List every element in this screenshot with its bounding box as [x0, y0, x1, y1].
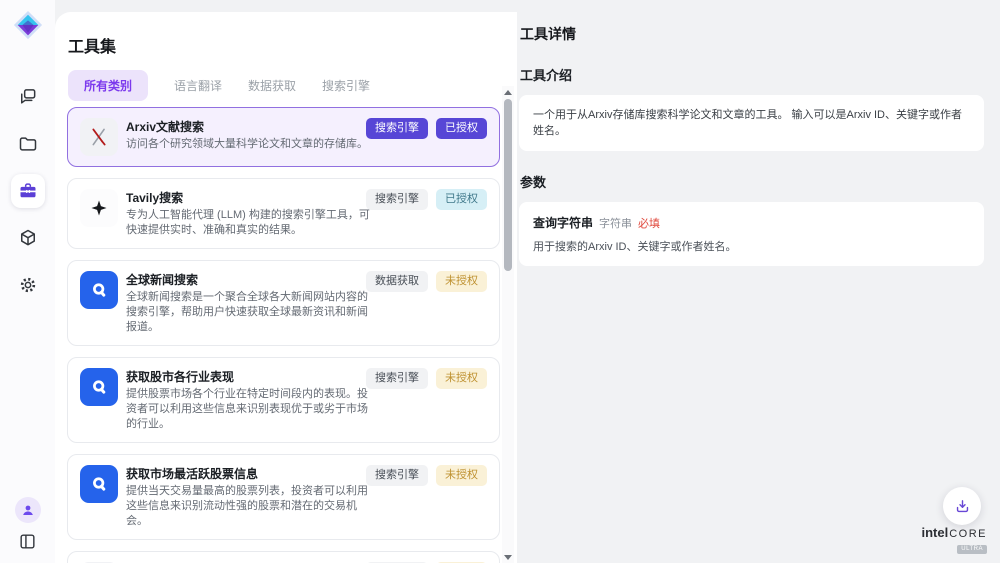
auth-status-badge: 已授权 [436, 189, 487, 210]
tab-language-translation[interactable]: 语言翻译 [174, 70, 222, 101]
arxiv-logo-icon [80, 118, 118, 156]
sidebar [0, 0, 55, 563]
category-badge: 搜索引擎 [366, 465, 428, 486]
auth-status-badge: 未授权 [436, 465, 487, 486]
sidebar-bottom [15, 497, 41, 551]
tool-description: 全球新闻搜索是一个聚合全球各大新闻网站内容的搜索引擎，帮助用户快速获取全球最新资… [126, 290, 378, 335]
intro-heading: 工具介绍 [520, 65, 1000, 84]
sidebar-nav [11, 80, 45, 302]
folder-icon [18, 134, 38, 154]
tool-card-tavily[interactable]: Tavily搜索 专为人工智能代理 (LLM) 构建的搜索引擎工具，可快速提供实… [67, 178, 500, 249]
scroll-up-arrow[interactable] [502, 86, 514, 98]
tool-title: Arxiv文献搜索 [126, 119, 378, 135]
tab-search-engine[interactable]: 搜索引擎 [322, 70, 370, 101]
category-badge: 数据获取 [366, 271, 428, 292]
auth-status-badge: 未授权 [436, 368, 487, 389]
collapse-panel-icon[interactable] [18, 532, 37, 551]
param-box: 查询字符串 字符串 必填 用于搜索的Arxiv ID、关键字或作者姓名。 [519, 202, 984, 266]
sidebar-item-chat[interactable] [11, 80, 45, 114]
tool-detail-panel: 工具详情 工具介绍 一个用于从Arxiv存储库搜索科学论文和文章的工具。 输入可… [517, 0, 1000, 563]
sidebar-item-tools[interactable] [11, 174, 45, 208]
tool-title: 获取股市各行业表现 [126, 369, 378, 385]
sidebar-item-settings[interactable] [11, 268, 45, 302]
tool-card-active-stocks[interactable]: 获取市场最活跃股票信息 提供当天交易量最高的股票列表，投资者可以利用这些信息来识… [67, 454, 500, 540]
intel-core-logo: intel core Ultra [921, 527, 987, 554]
category-badge: 搜索引擎 [366, 189, 428, 210]
user-avatar[interactable] [15, 497, 41, 523]
app-window: 工具集 所有类别 语言翻译 数据获取 搜索引擎 Arxiv文献搜索 访问 [0, 0, 1000, 563]
params-heading: 参数 [520, 172, 1000, 191]
page-title: 工具集 [68, 33, 517, 57]
auth-status-badge: 已授权 [436, 118, 487, 139]
tool-description: 访问各个研究领域大量科学论文和文章的存储库。 [126, 137, 378, 152]
scroll-down-arrow[interactable] [502, 551, 514, 563]
tool-title: 获取市场最活跃股票信息 [126, 466, 378, 482]
stock-search-q-icon [80, 465, 118, 503]
core-wordmark: core [949, 528, 987, 540]
tool-card-global-news[interactable]: 全球新闻搜索 全球新闻搜索是一个聚合全球各大新闻网站内容的搜索引擎，帮助用户快速… [67, 260, 500, 346]
intro-box: 一个用于从Arxiv存储库搜索科学论文和文章的工具。 输入可以是Arxiv ID… [519, 95, 984, 151]
scrollbar[interactable] [502, 86, 514, 563]
param-required-flag: 必填 [638, 215, 660, 231]
param-name: 查询字符串 [533, 214, 593, 231]
detail-title: 工具详情 [520, 24, 1000, 44]
stock-search-q-icon [80, 368, 118, 406]
ultra-badge: Ultra [957, 545, 987, 554]
scrollbar-thumb[interactable] [504, 99, 512, 271]
category-badge: 搜索引擎 [366, 368, 428, 389]
tool-card-regional-news[interactable]: 万维地区新闻查询 查询具体行政区划内的新闻，快速了解各地新闻动 搜索引擎 未授权 [67, 551, 500, 563]
download-icon [954, 498, 971, 515]
tool-card-arxiv[interactable]: Arxiv文献搜索 访问各个研究领域大量科学论文和文章的存储库。 搜索引擎 已授… [67, 107, 500, 167]
intro-text: 一个用于从Arxiv存储库搜索科学论文和文章的工具。 输入可以是Arxiv ID… [533, 107, 970, 139]
cube-icon [18, 228, 38, 248]
intel-wordmark: intel [921, 527, 948, 539]
app-logo-icon[interactable] [13, 10, 43, 40]
auth-status-badge: 未授权 [436, 271, 487, 292]
tab-data-acquisition[interactable]: 数据获取 [248, 70, 296, 101]
tool-title: Tavily搜索 [126, 190, 378, 206]
gear-icon [18, 275, 38, 295]
chat-icon [18, 87, 38, 107]
tool-title: 全球新闻搜索 [126, 272, 378, 288]
sidebar-item-files[interactable] [11, 127, 45, 161]
download-button[interactable] [943, 487, 981, 525]
tool-description: 专为人工智能代理 (LLM) 构建的搜索引擎工具，可快速提供实时、准确和真实的结… [126, 208, 378, 238]
category-badge: 搜索引擎 [366, 118, 428, 139]
tavily-star-icon [80, 189, 118, 227]
category-tabs: 所有类别 语言翻译 数据获取 搜索引擎 [68, 70, 517, 101]
tool-description: 提供股票市场各个行业在特定时间段内的表现。投资者可以利用这些信息来识别表现优于或… [126, 387, 378, 432]
param-description: 用于搜索的Arxiv ID、关键字或作者姓名。 [533, 238, 970, 254]
tool-list-panel: 工具集 所有类别 语言翻译 数据获取 搜索引擎 Arxiv文献搜索 访问 [55, 12, 517, 563]
tool-description: 提供当天交易量最高的股票列表，投资者可以利用这些信息来识别流动性强的股票和潜在的… [126, 484, 378, 529]
toolbox-icon [18, 181, 38, 201]
param-type: 字符串 [599, 215, 632, 231]
sidebar-item-models[interactable] [11, 221, 45, 255]
tool-card-list: Arxiv文献搜索 访问各个研究领域大量科学论文和文章的存储库。 搜索引擎 已授… [55, 107, 517, 563]
news-search-q-icon [80, 271, 118, 309]
tab-all-categories[interactable]: 所有类别 [68, 70, 148, 101]
tool-card-stock-sectors[interactable]: 获取股市各行业表现 提供股票市场各个行业在特定时间段内的表现。投资者可以利用这些… [67, 357, 500, 443]
